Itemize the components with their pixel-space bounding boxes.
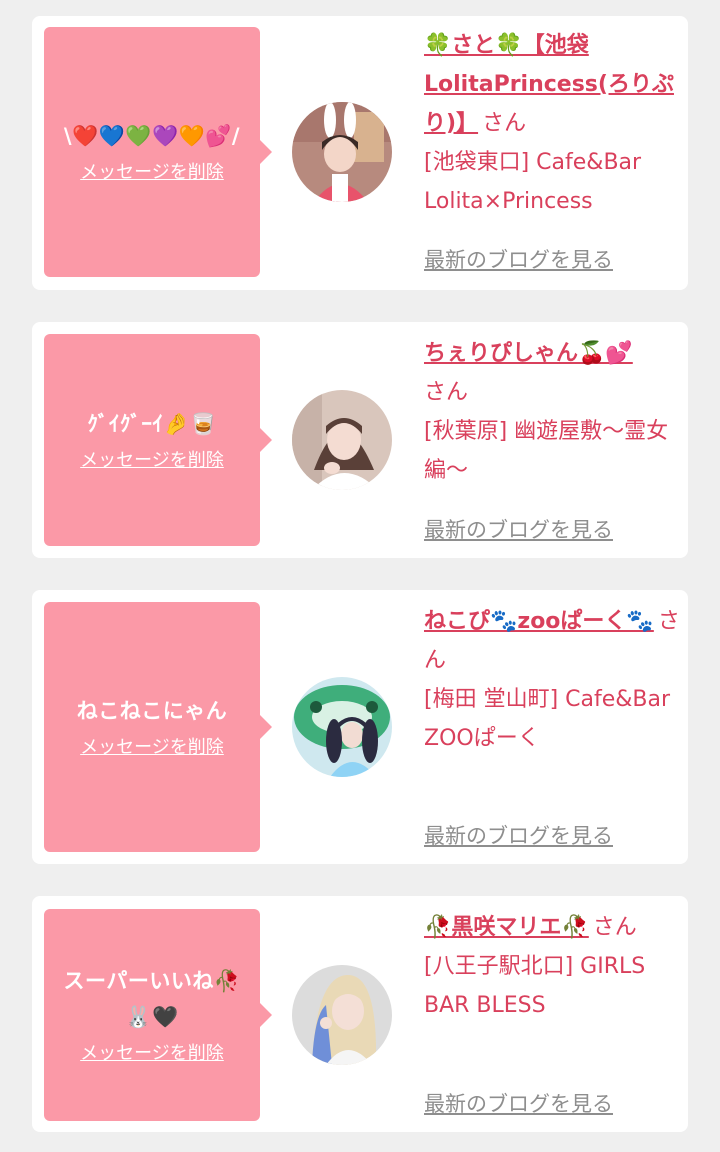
message-card: ｸﾞｲｸﾞｰｲ🤌🥃 メッセージを削除 ちぇりぴしゃん🍒💕 さん [秋葉原] 幽遊屋…	[32, 322, 688, 558]
message-card: ねこねこにゃん メッセージを削除 ねこぴ🐾zooぱーく🐾 さん [梅田 堂山町] …	[32, 590, 688, 864]
cast-info: ねこぴ🐾zooぱーく🐾 さん [梅田 堂山町] Cafe&Bar ZOOぱーく	[424, 602, 684, 758]
honorific-label: さん	[424, 380, 469, 405]
cast-info: ちぇりぴしゃん🍒💕 さん [秋葉原] 幽遊屋敷〜霊女編〜	[424, 334, 684, 490]
cast-avatar[interactable]	[292, 677, 392, 777]
message-card: \❤️💙💚💜🧡💕/ メッセージを削除 🍀さと🍀【池袋LolitaPrincess…	[32, 16, 688, 290]
shop-label: [八王子駅北口] GIRLS BAR BLESS	[424, 954, 646, 1018]
message-bubble: スーパーいいね🥀🐰🖤 メッセージを削除	[44, 909, 272, 1121]
cast-name-link[interactable]: 🥀黒咲マリエ🥀	[424, 915, 589, 940]
delete-message-link[interactable]: メッセージを削除	[80, 160, 224, 186]
shop-label: [池袋東口] Cafe&Bar Lolita×Princess	[424, 150, 642, 214]
latest-blog-link[interactable]: 最新のブログを見る	[424, 1088, 613, 1118]
cast-info: 🍀さと🍀【池袋LolitaPrincess(ろりぷり)】 さん [池袋東口] Ca…	[424, 26, 684, 221]
message-text: スーパーいいね🥀🐰🖤	[63, 969, 241, 1029]
honorific-label: さん	[482, 111, 527, 136]
latest-blog-link[interactable]: 最新のブログを見る	[424, 514, 613, 544]
honorific-label: さん	[592, 915, 637, 940]
cast-name-link[interactable]: ちぇりぴしゃん🍒💕	[424, 341, 633, 366]
message-bubble: \❤️💙💚💜🧡💕/ メッセージを削除	[44, 27, 272, 277]
latest-blog-link[interactable]: 最新のブログを見る	[424, 820, 613, 850]
cast-avatar[interactable]	[292, 102, 392, 202]
message-text: ｸﾞｲｸﾞｰｲ🤌🥃	[87, 412, 217, 436]
delete-message-link[interactable]: メッセージを削除	[80, 448, 224, 474]
message-card: スーパーいいね🥀🐰🖤 メッセージを削除 🥀黒咲マリエ🥀 さん [八王子駅北口] G…	[32, 896, 688, 1132]
shop-label: [秋葉原] 幽遊屋敷〜霊女編〜	[424, 419, 669, 483]
girl-blonde-avatar-icon	[292, 965, 392, 1065]
message-bubble: ねこねこにゃん メッセージを削除	[44, 602, 272, 852]
cast-avatar[interactable]	[292, 965, 392, 1065]
message-bubble: ｸﾞｲｸﾞｰｲ🤌🥃 メッセージを削除	[44, 334, 272, 546]
girl-selfie-avatar-icon	[292, 390, 392, 490]
girl-bunny-ears-avatar-icon	[292, 102, 392, 202]
delete-message-link[interactable]: メッセージを削除	[80, 1041, 224, 1067]
cast-info: 🥀黒咲マリエ🥀 さん [八王子駅北口] GIRLS BAR BLESS	[424, 908, 684, 1025]
cast-avatar[interactable]	[292, 390, 392, 490]
latest-blog-link[interactable]: 最新のブログを見る	[424, 244, 613, 274]
message-text: \❤️💙💚💜🧡💕/	[63, 124, 241, 148]
cast-name-link[interactable]: ねこぴ🐾zooぱーく🐾	[424, 609, 654, 634]
message-text: ねこねこにゃん	[76, 699, 228, 723]
shop-label: [梅田 堂山町] Cafe&Bar ZOOぱーく	[424, 687, 671, 751]
girl-twintails-avatar-icon	[292, 677, 392, 777]
cast-name-link[interactable]: 🍀さと🍀【池袋LolitaPrincess(ろりぷり)】	[424, 33, 674, 136]
delete-message-link[interactable]: メッセージを削除	[80, 735, 224, 761]
